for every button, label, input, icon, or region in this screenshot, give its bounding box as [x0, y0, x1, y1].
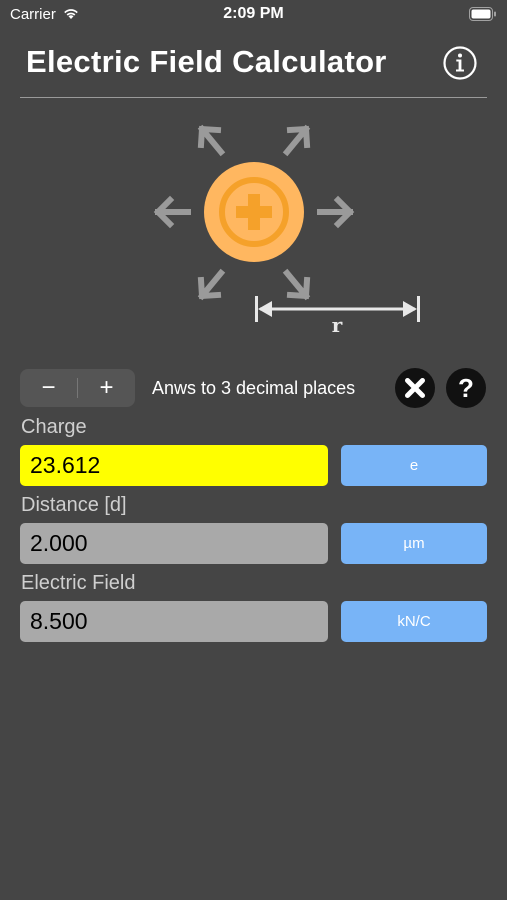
electric-field-input[interactable]: 8.500	[20, 601, 328, 642]
distance-label-text: Distance [d]	[21, 494, 127, 516]
positive-charge-icon	[204, 162, 304, 262]
charge-label: Charge	[21, 416, 87, 438]
info-icon[interactable]	[443, 46, 477, 80]
decrease-decimals-button[interactable]: −	[20, 369, 77, 407]
charge-unit-button[interactable]: e	[341, 445, 487, 486]
distance-unit-button[interactable]: µm	[341, 523, 487, 564]
distance-label: r	[332, 313, 343, 337]
help-label: ?	[458, 373, 474, 403]
status-time: 2:09 PM	[223, 5, 284, 22]
battery-icon	[469, 7, 496, 21]
charge-value: 23.612	[30, 452, 101, 478]
charge-input[interactable]: 23.612	[20, 445, 328, 486]
electric-field-value: 8.500	[30, 608, 88, 634]
header-divider	[20, 97, 487, 98]
page-title: Electric Field Calculator	[26, 44, 387, 79]
status-bar: Carrier 2:09 PM	[0, 0, 507, 30]
increase-decimals-button[interactable]: +	[78, 369, 135, 407]
close-icon[interactable]	[395, 368, 435, 408]
decimal-places-label: Anws to 3 decimal places	[152, 378, 356, 398]
electric-field-unit-button[interactable]: kN/C	[341, 601, 487, 642]
distance-value: 2.000	[30, 530, 88, 556]
distance-input[interactable]: 2.000	[20, 523, 328, 564]
charge-field-diagram: r	[153, 124, 420, 337]
electric-field-label: Electric Field	[21, 572, 136, 594]
help-icon[interactable]: ?	[446, 368, 486, 408]
decimal-stepper[interactable]: − +	[20, 369, 135, 407]
